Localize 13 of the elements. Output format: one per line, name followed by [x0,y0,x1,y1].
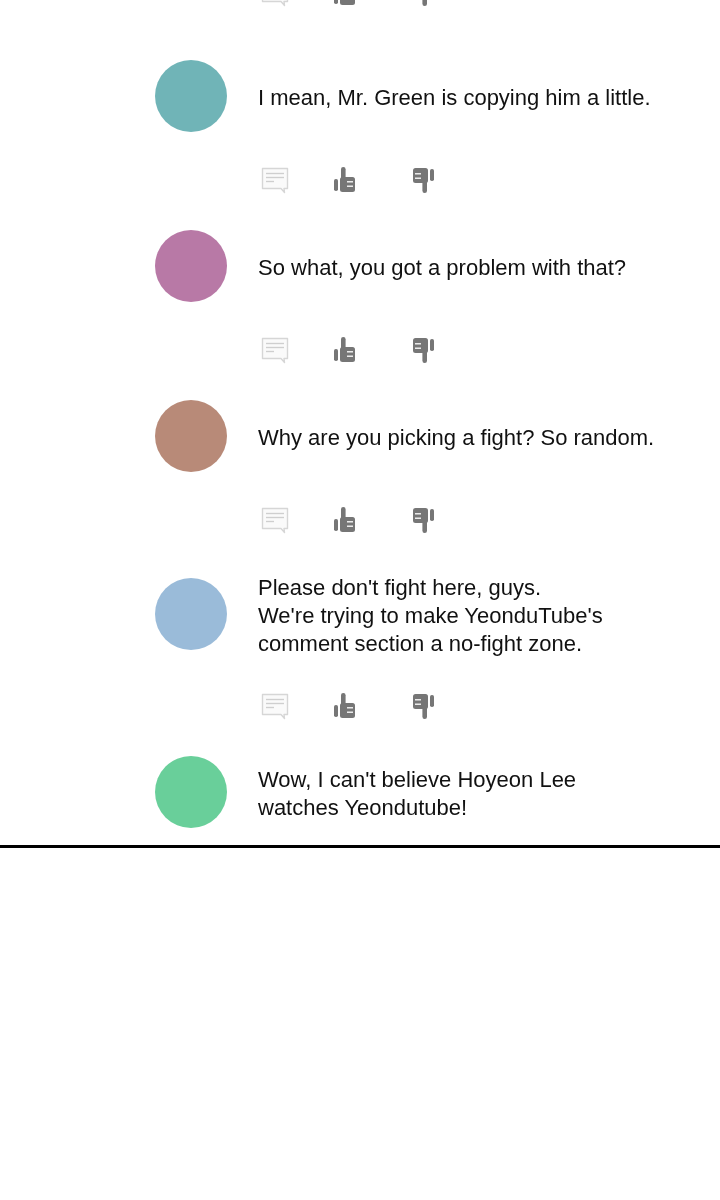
comment-text: I mean, Mr. Green is copying him a little. [258,84,651,112]
thumbs-down-icon[interactable] [413,507,434,533]
thumbs-up-icon[interactable] [334,337,355,363]
thumbs-up-icon[interactable] [334,507,355,533]
thumbs-down-icon[interactable] [413,167,434,193]
comment-text: Please don't fight here, guys. We're trying to make YeonduTube's comment section a no-fight zone. [258,574,603,658]
comment-text: Wow, I can't believe Hoyeon Lee watches Yeondutube! [258,766,577,822]
comment-text: Why are you picking a fight? So random. [258,424,655,452]
comment-text: So what, you got a problem with that? [258,254,627,282]
thumbs-down-icon[interactable] [413,337,434,363]
thumbs-up-icon[interactable] [334,167,355,193]
thumbs-down-icon[interactable] [413,693,434,719]
thumbs-up-icon[interactable] [334,693,355,719]
